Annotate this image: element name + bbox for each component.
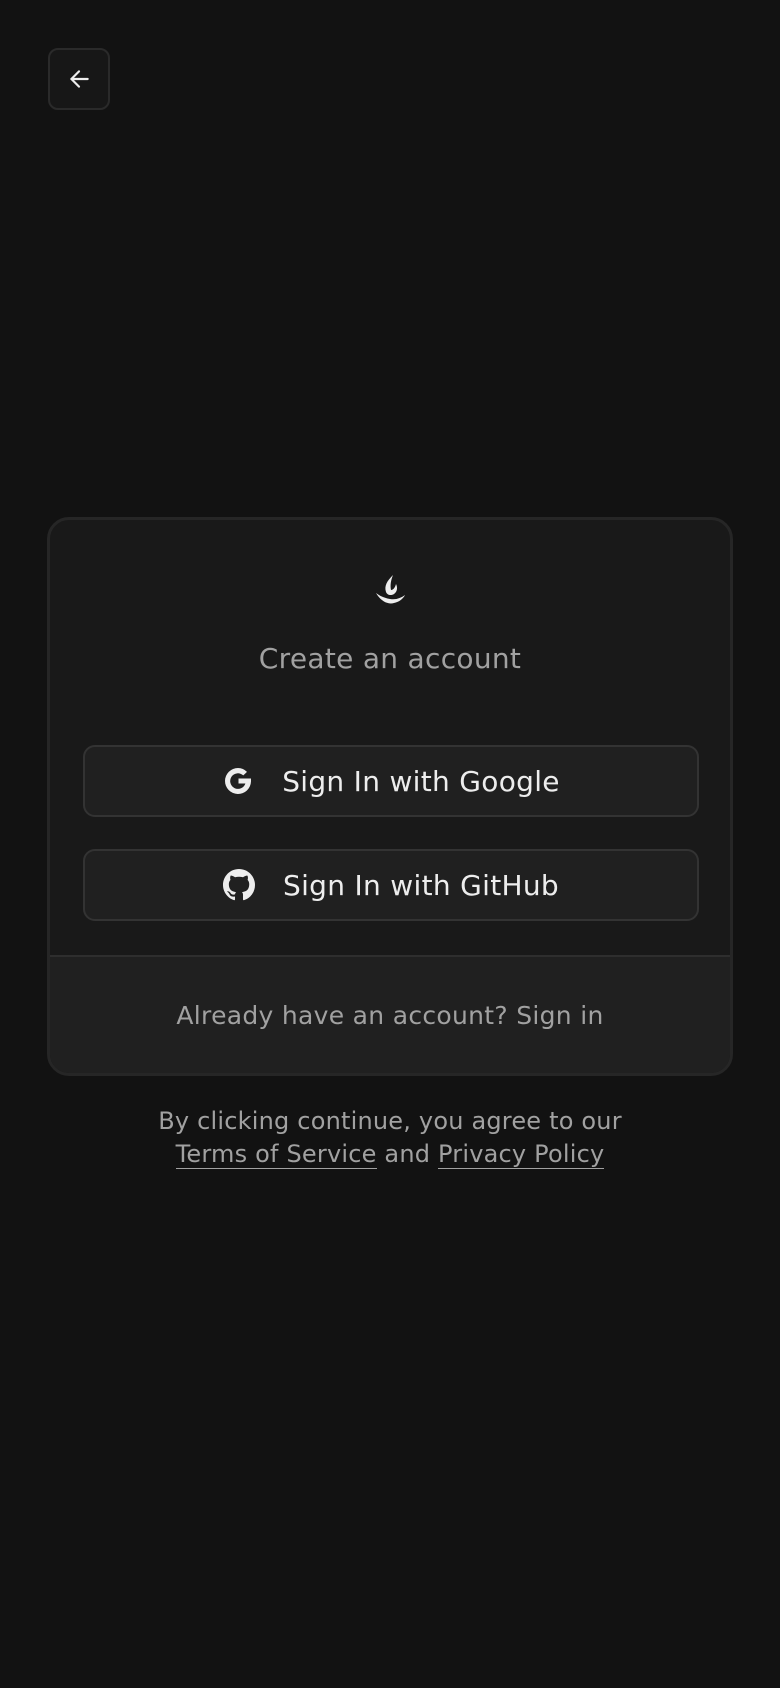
sign-in-github-button[interactable]: Sign In with GitHub [83, 849, 699, 921]
signin-prompt: Already have an account? [176, 1000, 508, 1030]
legal-notice: By clicking continue, you agree to our T… [0, 1105, 780, 1171]
signup-card: Create an account Sign In with Google Si… [47, 517, 733, 1076]
flame-logo-icon [368, 568, 412, 612]
github-button-label: Sign In with GitHub [283, 868, 559, 902]
legal-links: Terms of Service and Privacy Policy [0, 1138, 780, 1171]
privacy-policy-link[interactable]: Privacy Policy [438, 1140, 605, 1169]
signup-page: Create an account Sign In with Google Si… [0, 0, 780, 1688]
google-icon [222, 765, 254, 797]
sign-in-google-button[interactable]: Sign In with Google [83, 745, 699, 817]
github-icon [223, 869, 256, 901]
card-body: Create an account Sign In with Google Si… [50, 520, 730, 955]
arrow-left-icon [70, 70, 89, 88]
legal-and: and [384, 1140, 431, 1168]
terms-of-service-link[interactable]: Terms of Service [175, 1140, 377, 1169]
back-button[interactable] [48, 48, 110, 110]
page-title: Create an account [258, 642, 522, 675]
sign-in-link[interactable]: Sign in [516, 1001, 603, 1030]
card-footer: Already have an account? Sign in [50, 955, 730, 1073]
legal-line: By clicking continue, you agree to our [158, 1107, 622, 1135]
google-button-label: Sign In with Google [282, 764, 560, 798]
